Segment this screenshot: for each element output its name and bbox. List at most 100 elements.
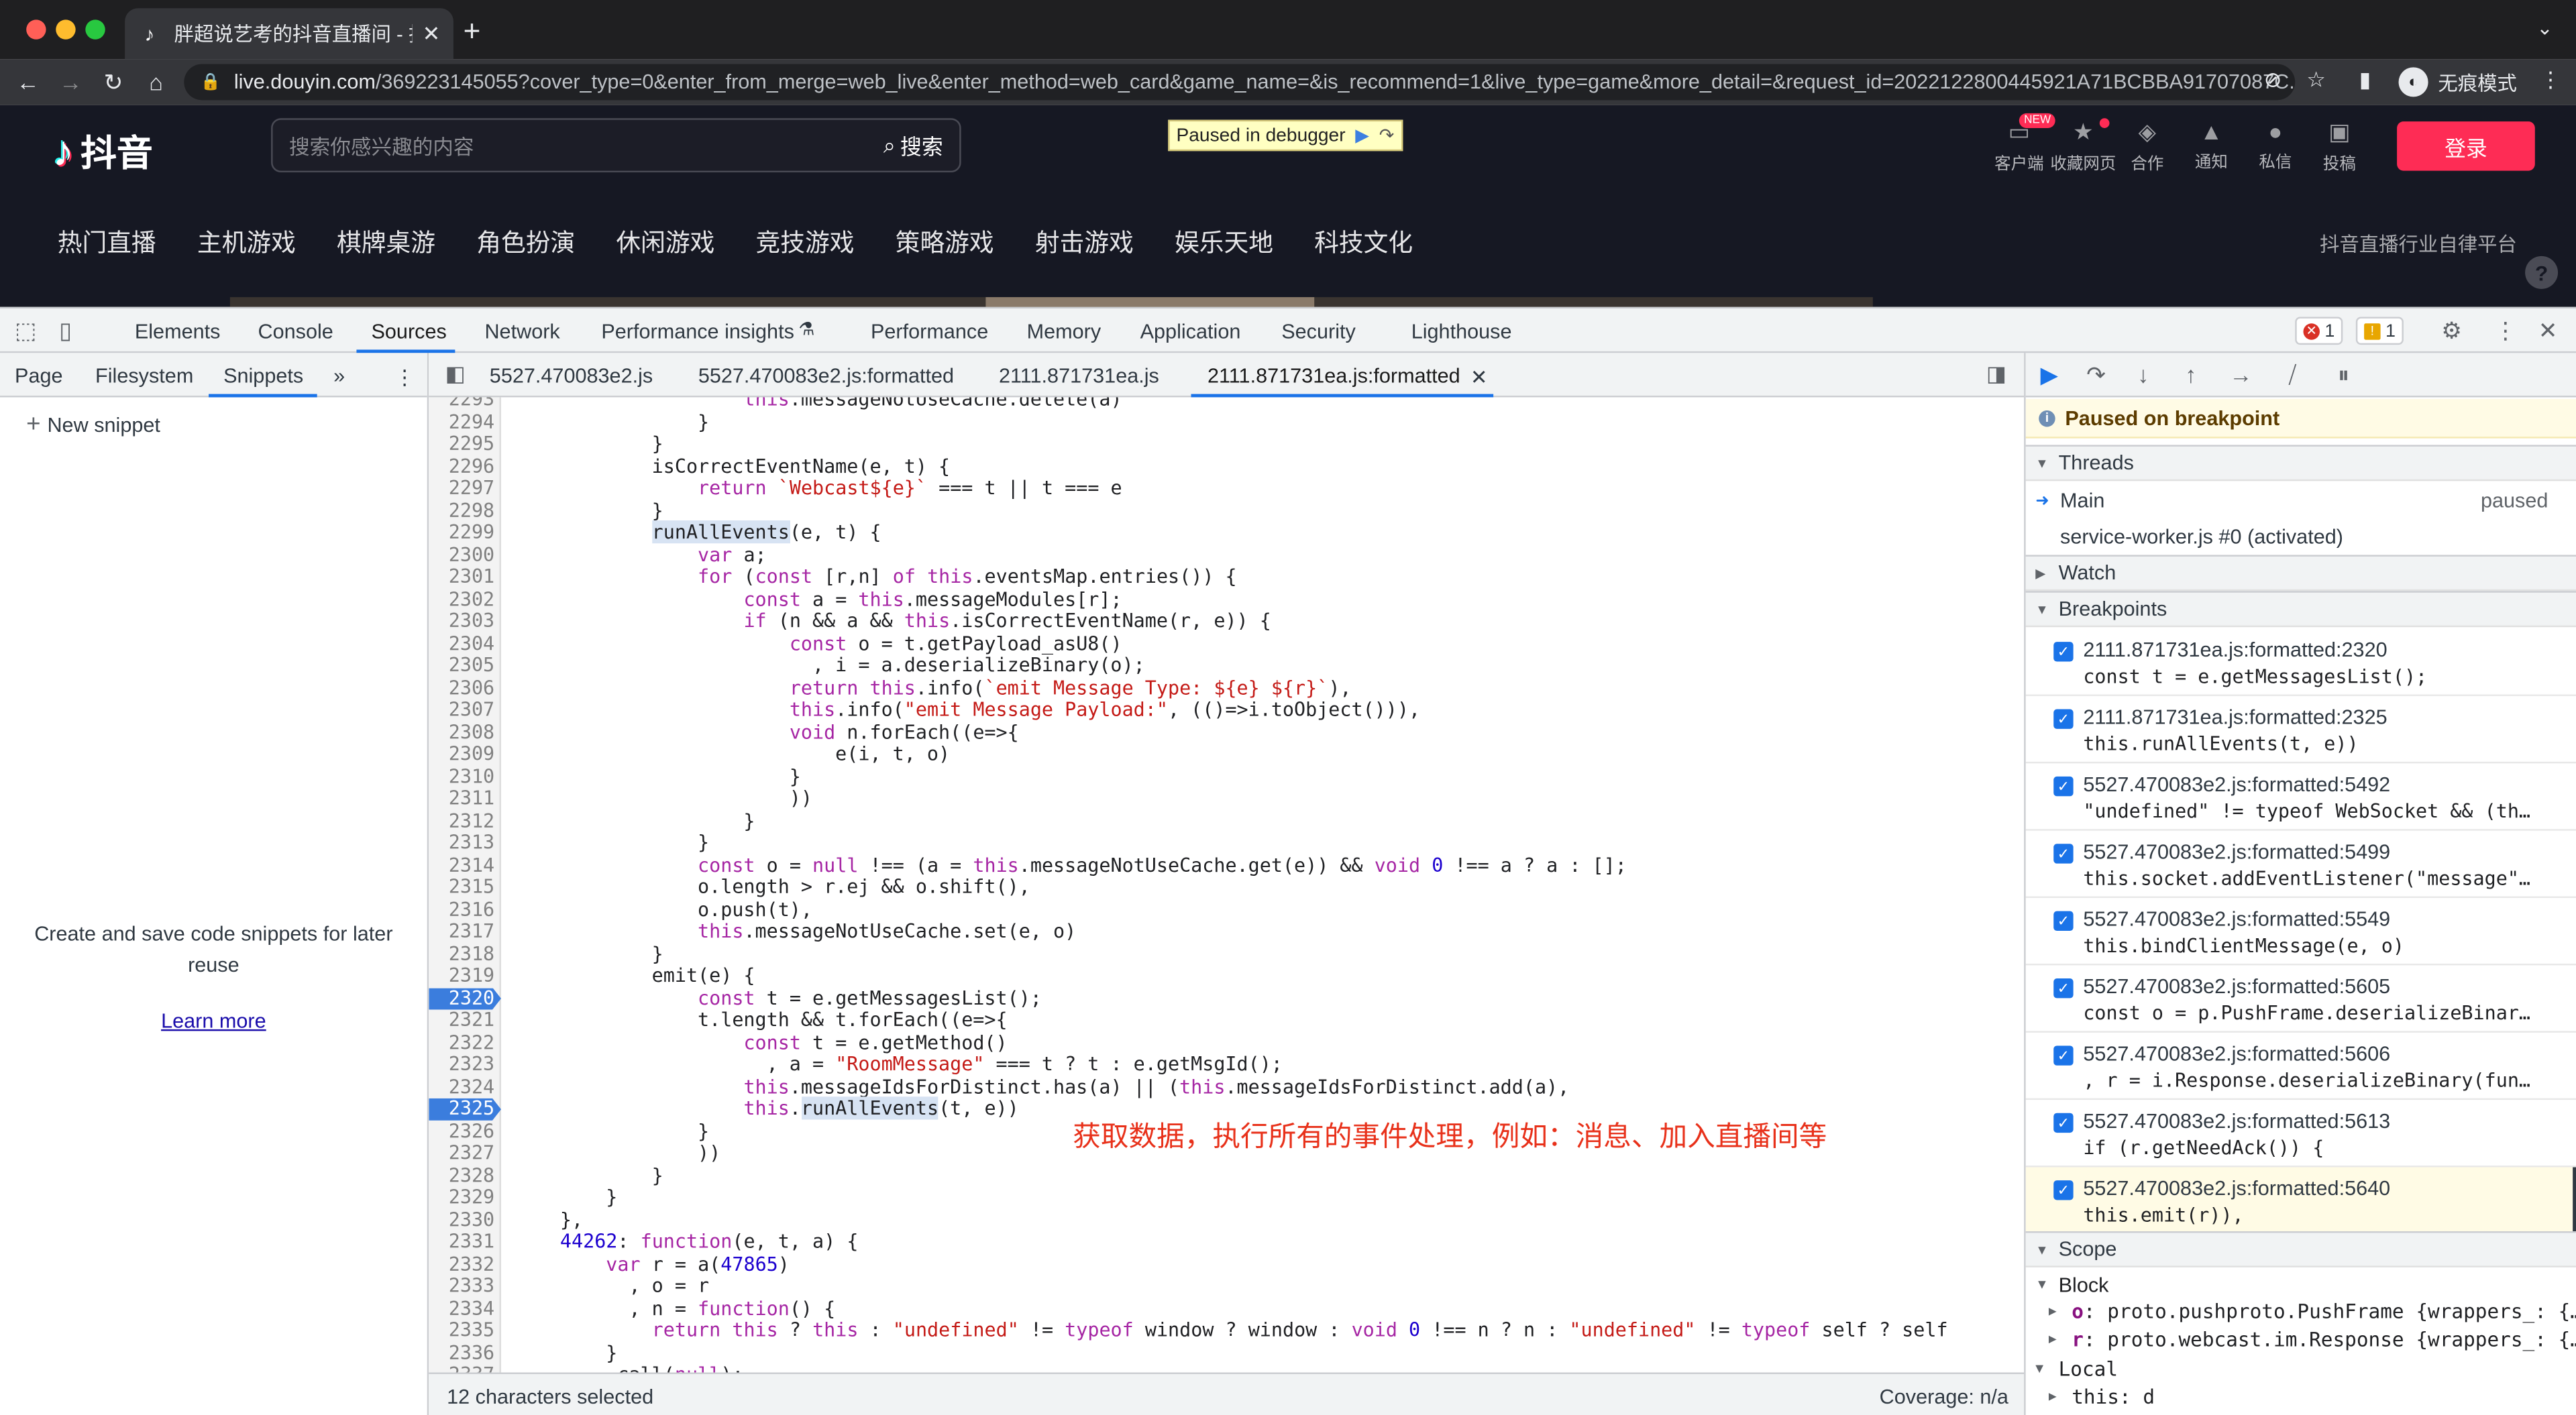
breakpoint-item[interactable]: ✓ 5527.470083e2.js:formatted:5613 if (r.ge… bbox=[2025, 1100, 2576, 1168]
self-regulation-link[interactable]: 抖音直播行业自律平台 bbox=[2320, 230, 2517, 258]
breakpoint-checkbox[interactable]: ✓ bbox=[2053, 911, 2074, 931]
new-snippet-button[interactable]: + New snippet bbox=[26, 410, 160, 439]
inspect-element-icon[interactable]: ⬚ bbox=[15, 317, 36, 345]
error-counter[interactable]: ✕ 1 bbox=[2295, 317, 2343, 345]
reload-icon[interactable]: ↻ bbox=[92, 68, 135, 97]
window-close-button[interactable] bbox=[26, 19, 46, 40]
navigator-menu-icon[interactable]: ⋮ bbox=[394, 364, 415, 389]
category-item[interactable]: 棋牌桌游 bbox=[337, 225, 435, 259]
category-item[interactable]: 竞技游戏 bbox=[756, 225, 855, 259]
line-number[interactable]: 2326 bbox=[429, 1120, 494, 1143]
tab-elements[interactable]: Elements bbox=[135, 320, 221, 343]
side-panel-icon[interactable]: ▮ bbox=[2359, 67, 2371, 93]
line-number[interactable]: 2333 bbox=[429, 1275, 494, 1298]
editor-tab[interactable]: 2111.871731ea.js bbox=[999, 364, 1159, 387]
step-over-icon[interactable]: ↷ bbox=[1379, 125, 1395, 146]
navigator-tab-snippets[interactable]: Snippets bbox=[223, 364, 303, 387]
deactivate-breakpoints-icon[interactable]: ⧸ bbox=[2288, 361, 2296, 390]
search-input[interactable]: 搜索你感兴趣的内容 bbox=[273, 129, 883, 161]
toggle-navigator-icon[interactable]: ◧ bbox=[445, 361, 466, 388]
line-number[interactable]: 2304 bbox=[429, 632, 494, 655]
line-number[interactable]: 2324 bbox=[429, 1075, 494, 1098]
search-button[interactable]: ⌕ 搜索 bbox=[883, 129, 959, 161]
thread-service-worker[interactable]: service-worker.js #0 (activated) bbox=[2026, 519, 2576, 555]
more-tabs-chevron-icon[interactable]: » bbox=[333, 364, 345, 387]
category-item[interactable]: 科技文化 bbox=[1314, 225, 1413, 259]
line-number[interactable]: 2298 bbox=[429, 499, 494, 522]
bookmark-star-icon[interactable]: ☆ bbox=[2306, 67, 2326, 93]
thread-main[interactable]: ➜ Main paused bbox=[2026, 483, 2576, 519]
line-number[interactable]: 2313 bbox=[429, 832, 494, 854]
editor-tab[interactable]: 5527.470083e2.js bbox=[490, 364, 653, 387]
warning-counter[interactable]: ! 1 bbox=[2355, 317, 2404, 345]
line-number[interactable]: 2314 bbox=[429, 854, 494, 876]
breakpoint-line-number[interactable]: 2325 bbox=[429, 1098, 501, 1121]
line-number[interactable]: 2318 bbox=[429, 942, 494, 965]
breakpoint-checkbox[interactable]: ✓ bbox=[2053, 776, 2074, 797]
pause-on-exceptions-icon[interactable]: ⏸ bbox=[2338, 361, 2349, 390]
tab-security[interactable]: Security bbox=[1281, 320, 1356, 343]
breakpoint-item[interactable]: ✓ 5527.470083e2.js:formatted:5492 "undefin… bbox=[2025, 763, 2576, 831]
resume-icon[interactable]: ▶︎ bbox=[2041, 361, 2058, 390]
line-number[interactable]: 2294 bbox=[429, 410, 494, 433]
breakpoint-item[interactable]: ✓ 5527.470083e2.js:formatted:5549 this.bin… bbox=[2025, 898, 2576, 966]
breakpoint-checkbox[interactable]: ✓ bbox=[2053, 709, 2074, 729]
more-options-icon[interactable]: ⋮ bbox=[2494, 317, 2517, 345]
tab-performance-insights[interactable]: Performance insights bbox=[601, 320, 794, 343]
scope-item-r[interactable]: ▶ r: proto.webcast.im.Response {wrappers_… bbox=[2049, 1325, 2576, 1353]
line-number[interactable]: 2337 bbox=[429, 1363, 494, 1372]
scope-section-header[interactable]: ▼ Scope bbox=[2025, 1231, 2576, 1267]
browser-menu-icon[interactable]: ⋮ bbox=[2540, 67, 2561, 93]
line-number[interactable]: 2316 bbox=[429, 898, 494, 921]
learn-more-link[interactable]: Learn more bbox=[0, 1010, 427, 1033]
device-toolbar-icon[interactable]: ▯ bbox=[59, 317, 72, 345]
incognito-indicator[interactable]: ◐ 无痕模式 bbox=[2398, 64, 2517, 100]
breakpoint-item[interactable]: ✓ 5527.470083e2.js:formatted:5499 this.soc… bbox=[2025, 831, 2576, 899]
category-item[interactable]: 娱乐天地 bbox=[1175, 225, 1273, 259]
navigator-tab-page[interactable]: Page bbox=[15, 364, 63, 387]
breakpoints-section-header[interactable]: ▼ Breakpoints bbox=[2025, 591, 2576, 628]
tab-sources[interactable]: Sources bbox=[371, 320, 446, 343]
line-number[interactable]: 2311 bbox=[429, 787, 494, 810]
forward-arrow-icon[interactable]: → bbox=[49, 69, 92, 95]
breakpoint-checkbox[interactable]: ✓ bbox=[2053, 642, 2074, 662]
tab-application[interactable]: Application bbox=[1140, 320, 1241, 343]
category-item[interactable]: 休闲游戏 bbox=[616, 225, 714, 259]
login-button[interactable]: 登录 bbox=[2397, 121, 2535, 171]
editor-tab-active[interactable]: 2111.871731ea.js:formatted bbox=[1208, 364, 1460, 387]
line-number[interactable]: 2293 bbox=[429, 397, 494, 411]
line-number[interactable]: 2299 bbox=[429, 521, 494, 544]
breakpoint-line-number[interactable]: 2320 bbox=[429, 987, 501, 1010]
tab-network[interactable]: Network bbox=[484, 320, 559, 343]
line-number[interactable]: 2330 bbox=[429, 1208, 494, 1231]
browser-tab[interactable]: ♪ 胖超说艺考的抖音直播间 - 抖音直 ✕ bbox=[125, 8, 453, 60]
help-icon[interactable]: ? bbox=[2525, 256, 2559, 289]
line-number[interactable]: 2328 bbox=[429, 1164, 494, 1187]
window-minimize-button[interactable] bbox=[56, 19, 76, 40]
header-icon-upload[interactable]: ▣ 投稿 bbox=[2303, 118, 2375, 174]
line-number[interactable]: 2305 bbox=[429, 655, 494, 677]
breakpoint-checkbox[interactable]: ✓ bbox=[2053, 1180, 2074, 1200]
watch-section-header[interactable]: ▶ Watch bbox=[2025, 555, 2576, 591]
breakpoint-item[interactable]: ✓ 5527.470083e2.js:formatted:5606, r = i.… bbox=[2025, 1033, 2576, 1100]
line-number[interactable]: 2321 bbox=[429, 1009, 494, 1032]
navigator-tab-filesystem[interactable]: Filesystem bbox=[95, 364, 193, 387]
code-view[interactable]: 2293 2294 2295 2296 2297 2298 2299 2300 2301 2302… bbox=[429, 397, 2025, 1373]
category-item[interactable]: 主机游戏 bbox=[197, 225, 296, 259]
line-number[interactable]: 2307 bbox=[429, 699, 494, 722]
tab-memory[interactable]: Memory bbox=[1027, 320, 1102, 343]
line-number[interactable]: 2336 bbox=[429, 1341, 494, 1364]
line-number[interactable]: 2296 bbox=[429, 455, 494, 477]
step-over-icon[interactable]: ↷ bbox=[2086, 361, 2106, 390]
scope-local-header[interactable]: ▼ Local bbox=[2035, 1355, 2576, 1383]
line-number[interactable]: 2306 bbox=[429, 677, 494, 699]
tab-lighthouse[interactable]: Lighthouse bbox=[1411, 320, 1512, 343]
eye-off-icon[interactable]: ⊘ bbox=[2264, 67, 2282, 93]
close-tab-icon[interactable]: ✕ bbox=[423, 21, 441, 47]
category-item[interactable]: 热门直播 bbox=[58, 225, 156, 259]
line-number[interactable]: 2317 bbox=[429, 920, 494, 943]
category-item[interactable]: 策略游戏 bbox=[896, 225, 994, 259]
editor-tab[interactable]: 5527.470083e2.js:formatted bbox=[698, 364, 954, 387]
header-icon-favorites[interactable]: ★ 收藏网页 bbox=[2047, 118, 2119, 174]
category-item[interactable]: 射击游戏 bbox=[1035, 225, 1134, 259]
